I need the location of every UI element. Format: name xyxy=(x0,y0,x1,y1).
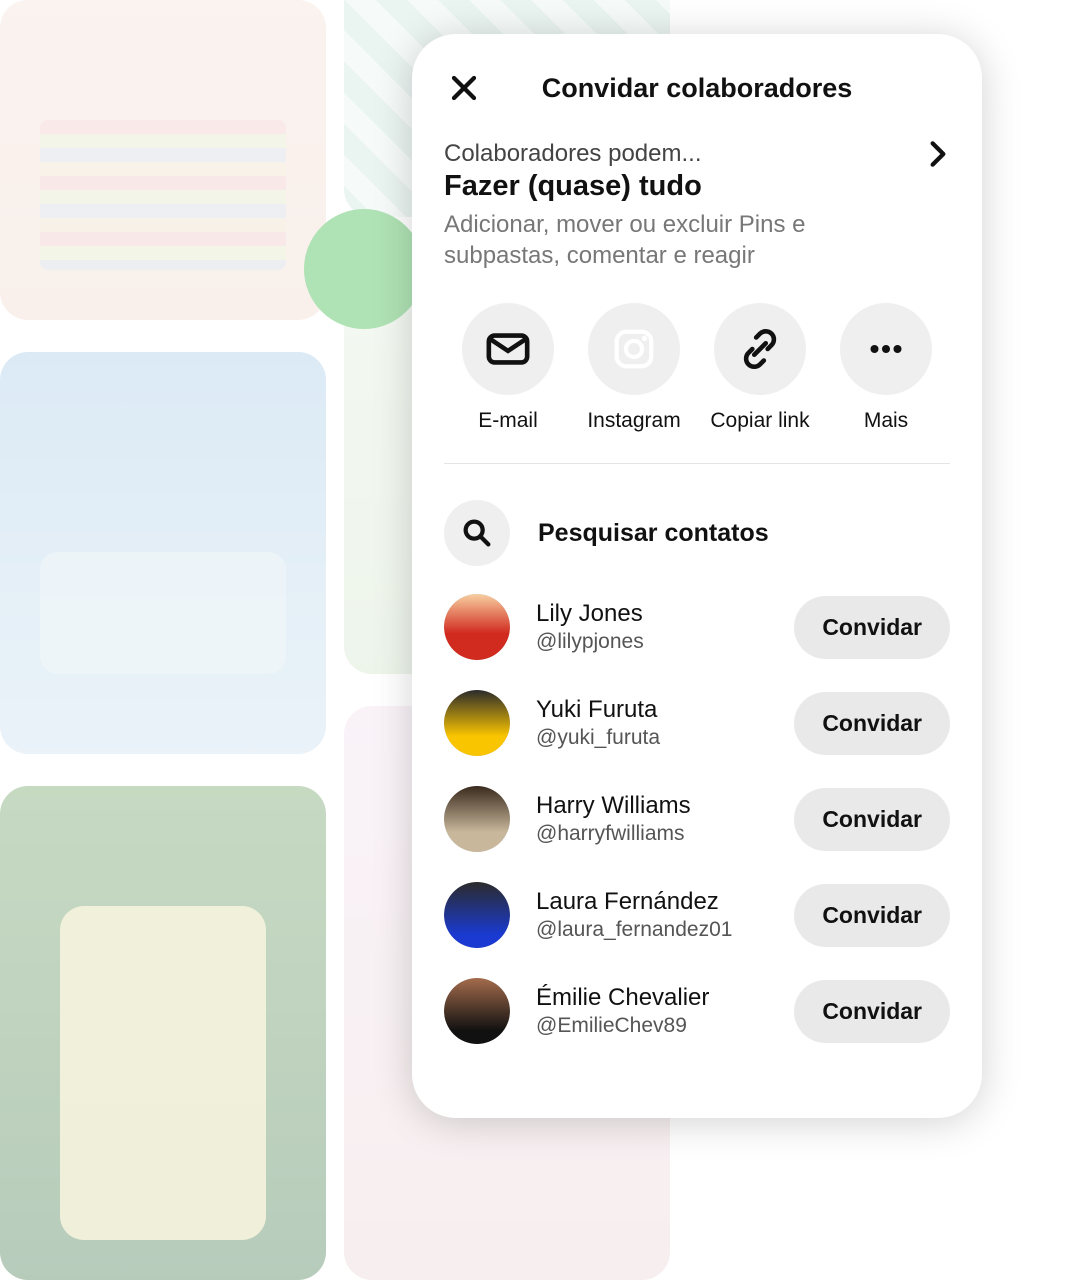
email-icon-circle xyxy=(462,303,554,395)
search-contacts[interactable]: Pesquisar contatos xyxy=(444,500,950,566)
contact-name: Harry Williams xyxy=(536,792,768,820)
invite-button[interactable]: Convidar xyxy=(794,884,950,947)
contact-info: Laura Fernández @laura_fernandez01 xyxy=(536,888,768,942)
invite-button[interactable]: Convidar xyxy=(794,596,950,659)
contact-handle: @harryfwilliams xyxy=(536,822,768,846)
more-icon-circle xyxy=(840,303,932,395)
avatar[interactable] xyxy=(444,882,510,948)
search-placeholder: Pesquisar contatos xyxy=(538,519,769,548)
more-icon xyxy=(863,326,909,372)
modal-header: Convidar colaboradores xyxy=(444,64,950,112)
permissions-description: Adicionar, mover ou excluir Pins e subpa… xyxy=(444,209,910,271)
permissions-row[interactable]: Colaboradores podem... Fazer (quase) tud… xyxy=(444,140,950,271)
avatar[interactable] xyxy=(444,786,510,852)
share-instagram[interactable]: Instagram xyxy=(574,303,694,433)
share-instagram-label: Instagram xyxy=(587,409,680,433)
contact-info: Lily Jones @lilypjones xyxy=(536,600,768,654)
contact-row: Yuki Furuta @yuki_furuta Convidar xyxy=(444,690,950,756)
share-row: E-mail Instagram Copiar link Mais xyxy=(444,303,950,464)
share-copy-link[interactable]: Copiar link xyxy=(700,303,820,433)
instagram-icon-circle xyxy=(588,303,680,395)
contact-name: Yuki Furuta xyxy=(536,696,768,724)
contact-list: Lily Jones @lilypjones Convidar Yuki Fur… xyxy=(444,594,950,1044)
contact-info: Harry Williams @harryfwilliams xyxy=(536,792,768,846)
link-icon-circle xyxy=(714,303,806,395)
contact-name: Émilie Chevalier xyxy=(536,984,768,1012)
share-more[interactable]: Mais xyxy=(826,303,946,433)
contact-name: Laura Fernández xyxy=(536,888,768,916)
instagram-icon xyxy=(611,326,657,372)
contact-row: Émilie Chevalier @EmilieChev89 Convidar xyxy=(444,978,950,1044)
contact-handle: @laura_fernandez01 xyxy=(536,918,768,942)
share-more-label: Mais xyxy=(864,409,908,433)
share-copy-link-label: Copiar link xyxy=(710,409,809,433)
contact-handle: @EmilieChev89 xyxy=(536,1014,768,1038)
contact-name: Lily Jones xyxy=(536,600,768,628)
share-email[interactable]: E-mail xyxy=(448,303,568,433)
modal-title: Convidar colaboradores xyxy=(542,73,853,104)
contact-row: Laura Fernández @laura_fernandez01 Convi… xyxy=(444,882,950,948)
avatar[interactable] xyxy=(444,690,510,756)
contact-info: Émilie Chevalier @EmilieChev89 xyxy=(536,984,768,1038)
search-icon xyxy=(460,516,494,550)
permissions-heading: Fazer (quase) tudo xyxy=(444,170,910,203)
invite-button[interactable]: Convidar xyxy=(794,980,950,1043)
close-button[interactable] xyxy=(444,68,484,108)
contact-handle: @yuki_furuta xyxy=(536,726,768,750)
close-icon xyxy=(449,73,479,103)
contact-handle: @lilypjones xyxy=(536,630,768,654)
avatar[interactable] xyxy=(444,978,510,1044)
email-icon xyxy=(485,326,531,372)
invite-collaborators-modal: Convidar colaboradores Colaboradores pod… xyxy=(412,34,982,1118)
search-icon-circle xyxy=(444,500,510,566)
contact-info: Yuki Furuta @yuki_furuta xyxy=(536,696,768,750)
share-email-label: E-mail xyxy=(478,409,538,433)
chevron-right-icon xyxy=(922,138,954,170)
link-icon xyxy=(737,326,783,372)
permissions-label: Colaboradores podem... xyxy=(444,140,910,168)
contact-row: Lily Jones @lilypjones Convidar xyxy=(444,594,950,660)
invite-button[interactable]: Convidar xyxy=(794,692,950,755)
avatar[interactable] xyxy=(444,594,510,660)
invite-button[interactable]: Convidar xyxy=(794,788,950,851)
contact-row: Harry Williams @harryfwilliams Convidar xyxy=(444,786,950,852)
